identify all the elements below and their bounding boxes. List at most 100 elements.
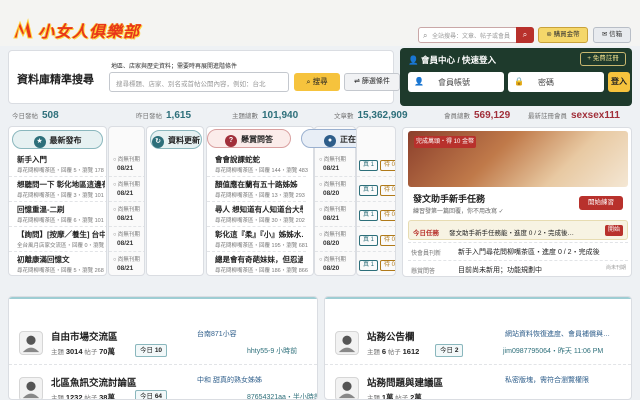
post-meta: 尋花問柳嘴茶區・回覆 5・瀏覽 178 [17, 168, 104, 174]
status-tag[interactable]: 真 1 [359, 160, 379, 171]
forum-name[interactable]: 站務公告欄 [367, 329, 415, 343]
forum-name[interactable]: 站務問題與建議區 [367, 375, 443, 389]
today-badge: 今日 64 [135, 390, 168, 399]
promo-line-right: 尚未刊期 [605, 265, 626, 271]
status-tag[interactable]: 真 1 [359, 235, 379, 246]
last-post-user[interactable]: 87654321aa・半小時前 [247, 392, 317, 399]
advanced-filter-button[interactable]: ⇌ 篩選條件 [344, 73, 400, 91]
free-register-button[interactable]: + 免費註冊 [580, 52, 626, 66]
last-post-title[interactable]: 中和 甜真的熟女姊姊 [197, 375, 262, 385]
list-item[interactable]: 【詢問】[按摩／養生] 台中 好… 全台風月店家交流區・回覆 0・瀏覽 56 [9, 226, 106, 252]
member-panel-title: 👤 會員中心 / 快速登入 [408, 54, 496, 66]
start-practice-button[interactable]: 開始練習 [579, 196, 623, 210]
author-label: ○ 尚無刊期 [319, 155, 346, 163]
database-search-input[interactable]: 搜尋標題、店家、別名或首帖公開內容，例如：台北 [109, 72, 289, 92]
post-date: 08/21 [117, 165, 134, 172]
status-tag[interactable]: 真 1 [359, 260, 379, 271]
coin-icon: ⊜ [546, 31, 552, 38]
stat-yesterday-posts: 昨日發帖 1,615 [136, 110, 192, 121]
promo-line-label: 快會員刊新 [411, 251, 442, 257]
last-post-user[interactable]: jim0987795064・昨天 11:06 PM [503, 346, 603, 356]
promo-line-label: 懸賞問答 [411, 269, 436, 275]
list-item[interactable]: 初離康滿回憶文 尋花問柳嘴茶區・回覆 5・瀏覽 268 [9, 251, 106, 275]
forum-name[interactable]: 北區魚訊交流討論區 [51, 375, 137, 389]
chat-icon: ● [324, 135, 336, 147]
author-text: 尚無刊期 [117, 257, 140, 263]
last-post-user-text: jim0987795064・昨天 11:06 PM [503, 348, 604, 355]
post-title[interactable]: 新手入門 [17, 154, 105, 165]
tab-bounty-qa[interactable]: ? 懸賞問答 [207, 129, 291, 148]
post-date-cell: ○ 尚無刊期 08/21 [315, 151, 355, 177]
post-title[interactable]: 彰化這『柔』『小』姊姊水… [215, 229, 303, 240]
global-search-button[interactable]: ⌕ [516, 27, 534, 43]
global-search-input[interactable]: ⌕ 全站搜尋：文章、帖子或會員 ⌕ [418, 27, 534, 43]
status-tags-cell: 真 1待 0假 0 [357, 251, 395, 275]
status-tag[interactable]: 真 1 [359, 210, 379, 221]
last-post-title[interactable]: 網站資料恢復進度、會員補償與… [505, 329, 610, 339]
user-icon: 👤 [414, 77, 424, 86]
promo-line-1[interactable]: 快會員刊新 新手入門尋花問柳嘴茶區・進度 0 / 2・完成後 [408, 242, 628, 260]
login-button[interactable]: 登入 [608, 72, 630, 92]
post-title[interactable]: 【詢問】[按摩／養生] 台中 好… [17, 229, 105, 240]
post-date: 08/21 [117, 265, 134, 272]
status-tag[interactable]: 待 0 [380, 260, 395, 271]
posts-count: 70萬 [99, 347, 115, 356]
post-date-cell: ○ 尚無刊期 08/21 [109, 176, 144, 202]
top-bar: 小女人俱樂部 ⌕ 全站搜尋：文章、帖子或會員 ⌕ ⊜ 購買金幣 ✉ 信箱 [0, 0, 640, 46]
list-item[interactable]: 總是會有奇葩妹妹，但忍過… 尋花問柳嘴茶區・回覆 186・瀏覽 866 [207, 251, 308, 275]
author-label: ○ 尚無刊期 [319, 180, 346, 188]
list-item[interactable]: 想聽問一下 彰化地區這邊有… 尋花問柳嘴茶區・回覆 3・瀏覽 101 [9, 176, 106, 202]
logo-mark-icon [13, 18, 33, 39]
buy-coins-button[interactable]: ⊜ 購買金幣 [538, 27, 588, 43]
post-title[interactable]: 回憶重溫-二刷 [17, 204, 105, 215]
forum-row[interactable]: 北區魚訊交流討論區 主題 1232 帖子 38萬 今日 64 中和 甜真的熟女姊姊 87… [9, 367, 317, 400]
list-item[interactable]: 會會說課蛇蛇 尋花問柳嘴茶區・回覆 144・瀏覽 483 [207, 151, 308, 177]
forum-avatar [19, 377, 43, 399]
post-title[interactable]: 總是會有奇葩妹妹，但忍過… [215, 254, 303, 265]
list-item[interactable]: 顏值應在蘭有五十路姊姊尋花問柳嘴茶區・回覆 13・瀏覽 293 [207, 176, 306, 202]
post-meta: 尋花問柳嘴茶區・回覆 6・瀏覽 101 [17, 218, 104, 224]
mailbox-button[interactable]: ✉ 信箱 [593, 27, 631, 43]
last-post-user[interactable]: hhty55-9 小時前 [247, 346, 297, 356]
site-logo[interactable]: 小女人俱樂部 [12, 16, 142, 42]
tab-data-update[interactable]: ↻ 資料更新 [150, 130, 202, 149]
status-tag[interactable]: 待 0 [380, 210, 395, 221]
daily-task-start-button[interactable]: 開始 [605, 225, 623, 236]
post-title[interactable]: 顏值應在蘭有五十路姊姊 [215, 179, 303, 190]
promo-line-2[interactable]: 懸賞問答 目前尚未新用；功能規劃中 尚未刊期 [408, 260, 628, 276]
account-field[interactable]: 👤 會員帳號 [408, 72, 504, 92]
status-tag[interactable]: 待 0 [380, 160, 395, 171]
list-item[interactable]: 尋人 想知道有人知道台大學… 尋花問柳嘴茶區・回覆 30・瀏覽 202 [207, 201, 306, 227]
search-panel-title: 資料庫精準搜尋 [17, 74, 94, 86]
forum-row[interactable]: 自由市場交流區 主題 3014 帖子 70萬 今日 10 台南871小容 hhty55-… [9, 321, 317, 365]
post-title[interactable]: 想聽問一下 彰化地區這邊有… [17, 179, 105, 190]
daily-task-bar: 今日任務 發文助手新手任務能・進度 0 / 2・完成後… 開始 [408, 220, 628, 240]
status-tag[interactable]: 真 1 [359, 185, 379, 196]
database-search-button[interactable]: ⌕ 搜尋 [294, 73, 340, 91]
list-item[interactable]: 新手入門尋花問柳嘴茶區・回覆 5・瀏覽 178 [9, 151, 106, 177]
forum-row[interactable]: 站務公告欄 主題 6 帖子 1612 今日 2 網站資料恢復進度、會員補償與… jim0… [325, 321, 631, 365]
stat-topic-total: 主題總數 101,940 [232, 110, 299, 121]
post-title[interactable]: 初離康滿回憶文 [17, 254, 105, 265]
filter-icon: ⇌ [354, 78, 360, 85]
promo-badge: 完成萬頭・得 10 金幣 [414, 136, 476, 148]
data-update-column: 會會說課蛇蛇 尋花問柳嘴茶區・回覆 144・瀏覽 483 顏值應在蘭有五十路姊姊 尋花… [206, 126, 314, 276]
post-title[interactable]: 會會說課蛇蛇 [215, 154, 303, 165]
tab-latest-posts[interactable]: ★ 最新發布 [12, 130, 103, 149]
forum-name[interactable]: 自由市場交流區 [51, 329, 118, 343]
database-search-panel: 資料庫精準搜尋 地區、店家與歷史資料；需要時再展開進階條件 搜尋標題、店家、別名… [8, 50, 400, 104]
post-title[interactable]: 尋人 想知道有人知道台大學… [215, 204, 303, 215]
forum-row[interactable]: 站務問題與建議區主題 1萬 帖子 2萬 私密版塊，需符合瀏覽權限 [325, 367, 631, 399]
topics-label: 主題 [51, 395, 64, 400]
status-tag[interactable]: 待 0 [380, 185, 395, 196]
last-post-title[interactable]: 台南871小容 [197, 329, 237, 339]
list-item[interactable]: 彰化這『柔』『小』姊姊水… 尋花問柳嘴茶區・回覆 195・瀏覽 681 [207, 226, 308, 252]
posts-count: 38萬 [99, 393, 115, 400]
last-post-title[interactable]: 私密版塊，需符合瀏覽權限 [505, 375, 589, 385]
status-tag[interactable]: 待 0 [380, 235, 395, 246]
post-meta: 尋花問柳嘴茶區・回覆 13・瀏覽 293 [215, 193, 305, 199]
password-field[interactable]: 🔒 密碼 [508, 72, 604, 92]
stat-newest-member: 最新註冊會員 sexsex111 [528, 110, 620, 121]
forum-counts: 主題 1萬 帖子 2萬 [367, 392, 422, 399]
list-item[interactable]: 回憶重溫-二刷尋花問柳嘴茶區・回覆 6・瀏覽 101 [9, 201, 106, 227]
